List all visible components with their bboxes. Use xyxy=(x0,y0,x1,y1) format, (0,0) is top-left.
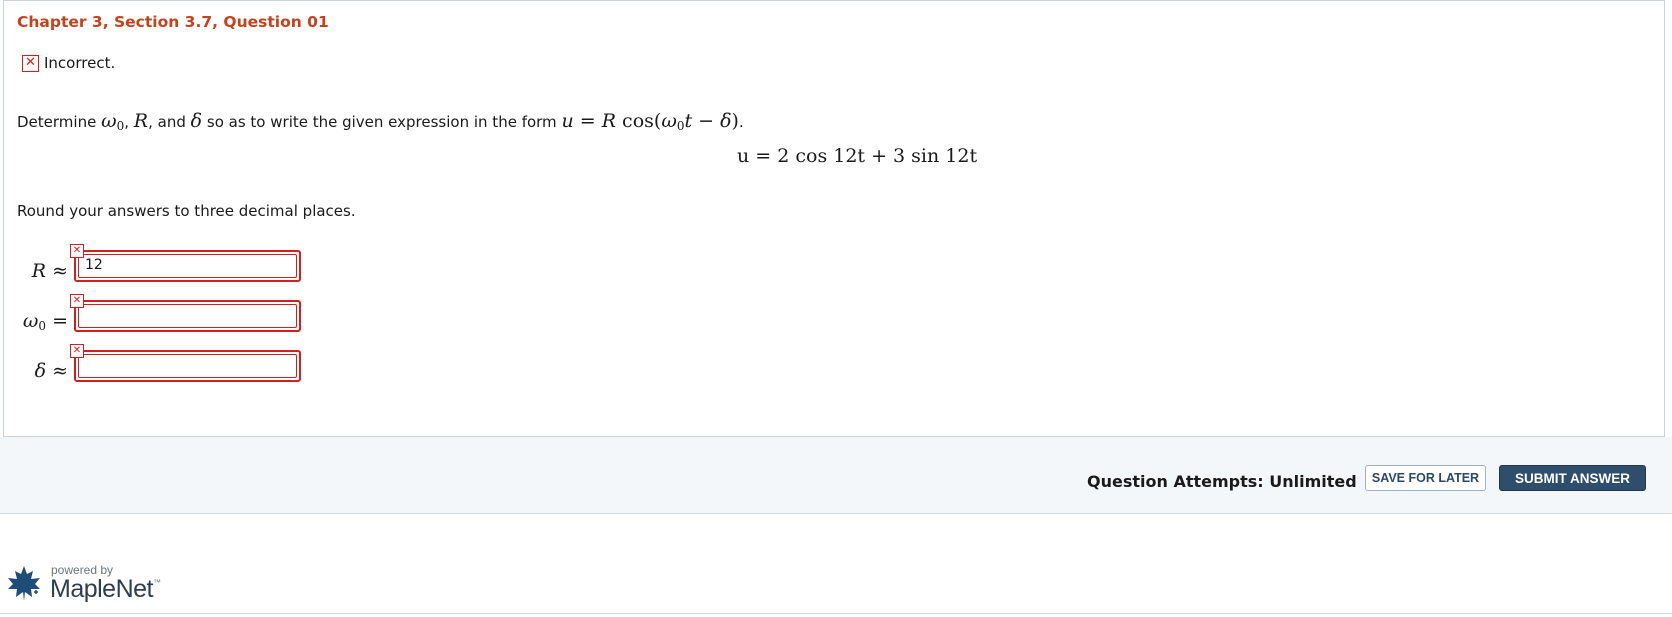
action-bar: Question Attempts: Unlimited SAVE FOR LA… xyxy=(0,437,1672,514)
rounding-instruction: Round your answers to three decimal plac… xyxy=(17,202,356,220)
answer-value-delta[interactable] xyxy=(78,354,297,378)
prompt-sep2: , and xyxy=(148,113,186,131)
incorrect-x-icon: ✕ xyxy=(70,244,84,258)
maplenet-brand: MapleNet™ xyxy=(50,575,161,603)
question-prompt: Determine ω0, R, and δ so as to write th… xyxy=(17,110,744,133)
answer-row-r: ✕ R ≈ 12 xyxy=(4,244,324,282)
prompt-end: . xyxy=(738,113,744,131)
incorrect-x-icon: ✕ xyxy=(70,294,84,308)
answer-value-r[interactable]: 12 xyxy=(78,254,297,278)
given-expression: u = 2 cos 12t + 3 sin 12t xyxy=(737,145,978,167)
prompt-mid: so as to write the given expression in t… xyxy=(206,113,557,131)
answer-label-omega: ω0 = xyxy=(22,310,68,333)
incorrect-x-icon: ✕ xyxy=(22,54,39,72)
attempts-label: Question Attempts: Unlimited xyxy=(1087,472,1357,491)
question-title: Chapter 3, Section 3.7, Question 01 xyxy=(17,13,329,31)
feedback-row: ✕ Incorrect. xyxy=(22,54,115,72)
target-form: u = R cos(ω0t − δ) xyxy=(561,110,739,133)
prompt-start: Determine xyxy=(17,113,97,131)
feedback-text: Incorrect. xyxy=(44,54,116,72)
answer-input-delta[interactable] xyxy=(74,350,301,382)
submit-answer-button[interactable]: SUBMIT ANSWER xyxy=(1499,465,1646,491)
answer-label-r: R ≈ xyxy=(31,260,68,282)
question-panel: Chapter 3, Section 3.7, Question 01 ✕ In… xyxy=(3,0,1665,437)
answer-label-delta: δ ≈ xyxy=(34,360,68,382)
answer-row-omega: ✕ ω0 = xyxy=(4,294,324,333)
delta-symbol: δ xyxy=(190,110,203,132)
maple-leaf-icon xyxy=(8,566,40,601)
footer-divider xyxy=(0,613,1672,614)
answer-row-delta: ✕ δ ≈ xyxy=(4,344,324,382)
incorrect-x-icon: ✕ xyxy=(70,344,84,358)
answer-input-r[interactable]: 12 xyxy=(74,250,301,282)
r-symbol: R xyxy=(133,110,149,132)
answer-input-omega[interactable] xyxy=(74,300,301,332)
prompt-sep1: , xyxy=(124,113,130,131)
save-for-later-button[interactable]: SAVE FOR LATER xyxy=(1365,465,1486,491)
answer-value-omega[interactable] xyxy=(78,304,297,328)
omega-symbol: ω0 xyxy=(101,110,125,133)
